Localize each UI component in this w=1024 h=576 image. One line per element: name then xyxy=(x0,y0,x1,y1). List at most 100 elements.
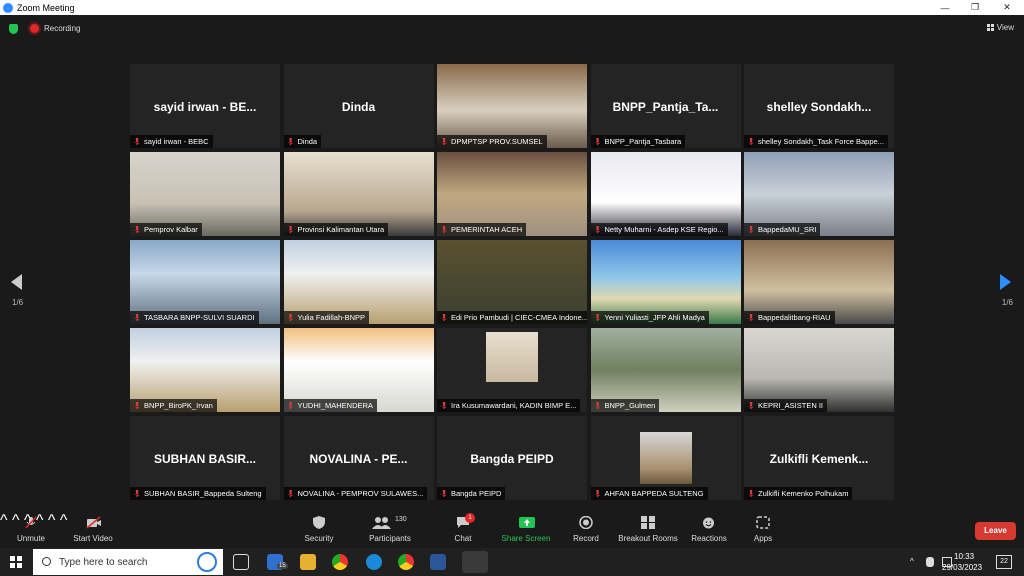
search-placeholder: Type here to search xyxy=(59,556,148,568)
participant-name-label: TASBARA BNPP-SULVI SUARDI xyxy=(130,311,259,324)
participant-tile[interactable]: Yulia Fadillah-BNPP xyxy=(283,240,434,324)
share-options-chevron-icon[interactable]: ^ xyxy=(48,512,56,529)
participant-tile[interactable]: BappedaMU_SRI xyxy=(744,152,894,236)
participant-name-label: Dinda xyxy=(283,135,322,148)
participant-tile[interactable]: YUDHI_MAHENDERA xyxy=(283,328,434,412)
tray-chevron-icon[interactable]: ^ xyxy=(910,557,914,566)
window-title: Zoom Meeting xyxy=(17,2,75,13)
zoom-logo-icon xyxy=(3,2,13,13)
leave-button[interactable]: Leave xyxy=(975,522,1016,540)
audio-options-chevron-icon[interactable]: ^ xyxy=(0,512,8,529)
participant-tile[interactable]: Provinsi Kalimantan Utara xyxy=(283,152,434,236)
participant-tile[interactable]: Netty Muharni - Asdep KSE Regio... xyxy=(590,152,741,236)
apps-options-chevron-icon[interactable]: ^ xyxy=(60,512,68,529)
participant-tile[interactable]: DPMPTSP PROV.SUMSEL xyxy=(437,64,587,148)
zoom-taskbar-icon[interactable] xyxy=(462,551,488,573)
participant-tile[interactable]: Yenni Yuliasti_JFP Ahli Madya xyxy=(590,240,741,324)
chrome-icon[interactable] xyxy=(332,554,348,570)
share-screen-button[interactable]: Share Screen xyxy=(500,516,552,543)
record-icon xyxy=(579,515,593,530)
encryption-shield-icon[interactable] xyxy=(9,24,18,34)
participant-tile[interactable]: Zulkifli Kemenk... Zulkifli Kemenko Polhu… xyxy=(744,416,894,500)
participant-name-label: DPMPTSP PROV.SUMSEL xyxy=(437,135,547,148)
bing-icon[interactable] xyxy=(197,552,217,572)
participant-name-label: Bangda PEIPD xyxy=(437,487,506,500)
view-button[interactable]: View xyxy=(986,23,1014,32)
record-button[interactable]: Record xyxy=(571,515,601,543)
taskbar-time[interactable]: 10:33 xyxy=(954,552,974,561)
minimize-icon[interactable]: — xyxy=(930,0,960,15)
apps-icon xyxy=(756,516,770,529)
windows-start-icon[interactable] xyxy=(10,556,22,568)
unmute-button[interactable]: Unmute xyxy=(16,516,46,543)
participant-display-name: NOVALINA - PE... xyxy=(309,452,408,466)
participant-name-label: BNPP_Gulmen xyxy=(590,399,660,412)
participant-tile[interactable]: BNPP_Pantja_Ta... BNPP_Pantja_Tasbara xyxy=(590,64,741,148)
participant-tile[interactable]: NOVALINA - PE... NOVALINA - PEMPROV SULAW… xyxy=(283,416,434,500)
participant-name-label: Ira Kusumawardani, KADIN BIMP E... xyxy=(437,399,581,412)
participant-name-label: YUDHI_MAHENDERA xyxy=(283,399,377,412)
taskbar-search-box[interactable]: Type here to search xyxy=(33,549,223,575)
participant-tile[interactable]: BNPP_BiroPK_Irvan xyxy=(130,328,280,412)
participant-display-name: BNPP_Pantja_Ta... xyxy=(612,100,719,114)
reactions-button[interactable]: Reactions xyxy=(690,516,728,543)
participants-icon xyxy=(372,517,391,529)
breakout-rooms-button[interactable]: Breakout Rooms xyxy=(616,516,680,543)
participant-name-label: Provinsi Kalimantan Utara xyxy=(283,223,389,236)
task-view-icon[interactable] xyxy=(233,554,249,570)
participant-name-label: Pemprov Kalbar xyxy=(130,223,202,236)
participant-name-label: SUBHAN BASIR_Bappeda Sulteng xyxy=(130,487,266,500)
participant-name-label: Yenni Yuliasti_JFP Ahli Madya xyxy=(590,311,709,324)
participant-name-label: BappedaMU_SRI xyxy=(744,223,821,236)
microphone-tray-icon[interactable] xyxy=(926,557,934,567)
word-icon[interactable] xyxy=(430,554,446,570)
participant-tile[interactable]: Edi Prio Pambudi | CIEC-CMEA Indone... xyxy=(437,240,587,324)
notifications-icon[interactable]: 22 xyxy=(996,555,1012,569)
participant-tile[interactable]: Ira Kusumawardani, KADIN BIMP E... xyxy=(437,328,587,412)
recording-icon[interactable] xyxy=(30,24,39,33)
security-shield-icon xyxy=(312,516,326,529)
share-screen-icon xyxy=(519,516,535,529)
participant-tile[interactable]: TASBARA BNPP-SULVI SUARDI xyxy=(130,240,280,324)
participant-tile[interactable]: Pemprov Kalbar xyxy=(130,152,280,236)
participant-tile[interactable]: AHFAN BAPPEDA SULTENG xyxy=(590,416,741,500)
participant-display-name: Dinda xyxy=(341,100,376,114)
participant-tile[interactable]: Dinda Dinda xyxy=(283,64,434,148)
participant-name-label: Edi Prio Pambudi | CIEC-CMEA Indone... xyxy=(437,311,587,324)
grid-view-icon xyxy=(986,24,994,31)
chrome-profile-icon[interactable] xyxy=(398,554,414,570)
start-video-button[interactable]: Start Video xyxy=(70,516,116,543)
participant-tile[interactable]: KEPRI_ASISTEN II xyxy=(744,328,894,412)
apps-button[interactable]: Apps xyxy=(750,516,776,543)
close-icon[interactable]: ✕ xyxy=(992,0,1022,15)
participant-name-label: shelley Sondakh_Task Force Bappe... xyxy=(744,135,888,148)
chat-button[interactable]: 1 Chat xyxy=(450,513,476,543)
taskbar-date[interactable]: 29/03/2023 xyxy=(942,563,982,572)
participant-avatar xyxy=(639,432,692,484)
search-icon xyxy=(42,557,51,566)
participant-tile[interactable]: sayid irwan - BE... sayid irwan - BEBC xyxy=(130,64,280,148)
video-off-icon xyxy=(86,516,101,529)
participant-tile[interactable]: Bappedalitbang-RIAU xyxy=(744,240,894,324)
next-page-arrow-icon[interactable] xyxy=(1000,274,1011,290)
maximize-icon[interactable]: ❐ xyxy=(960,0,990,15)
page-indicator-left: 1/6 xyxy=(12,298,24,307)
previous-page-arrow-icon[interactable] xyxy=(11,274,22,290)
participant-tile[interactable]: SUBHAN BASIR... SUBHAN BASIR_Bappeda Sult… xyxy=(130,416,280,500)
security-button[interactable]: Security xyxy=(302,516,336,543)
file-explorer-icon[interactable] xyxy=(300,554,316,570)
participant-avatar xyxy=(486,332,538,382)
participant-tile[interactable]: PEMERINTAH ACEH xyxy=(437,152,587,236)
recording-status: Recording xyxy=(44,24,81,33)
participant-display-name: Zulkifli Kemenk... xyxy=(769,452,869,466)
participant-tile[interactable]: BNPP_Gulmen xyxy=(590,328,741,412)
participant-name-label: PEMERINTAH ACEH xyxy=(437,223,527,236)
participants-button[interactable]: 130 Participants xyxy=(366,516,414,543)
participant-tile[interactable]: shelley Sondakh... shelley Sondakh_Task F… xyxy=(744,64,894,148)
participant-tile[interactable]: Bangda PEIPD Bangda PEIPD xyxy=(437,416,587,500)
mail-badge: 15 xyxy=(277,563,288,569)
page-indicator-right: 1/6 xyxy=(1001,298,1013,307)
edge-icon[interactable] xyxy=(366,554,382,570)
windows-taskbar: Type here to search 15 ^ 10:33 29/03/202… xyxy=(0,548,1024,576)
participant-name-label: BNPP_BiroPK_Irvan xyxy=(130,399,217,412)
